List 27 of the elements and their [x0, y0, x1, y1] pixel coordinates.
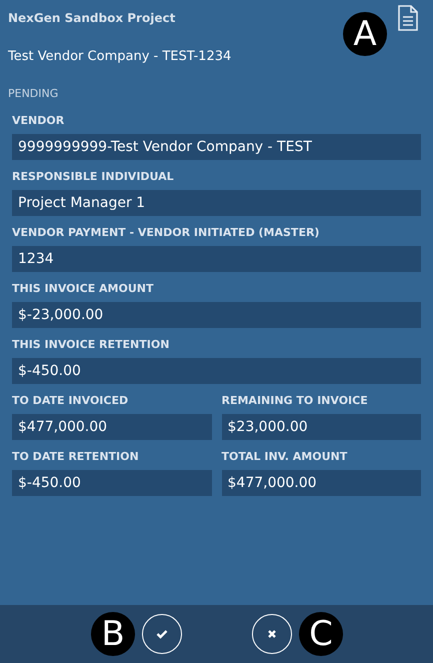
field-label: TOTAL INV. AMOUNT	[222, 450, 348, 464]
callout-badge: A	[343, 12, 387, 56]
record-title: Test Vendor Company - TEST-1234	[8, 48, 232, 66]
confirm-button[interactable]	[142, 614, 182, 654]
input-field[interactable]: $-450.00	[12, 358, 421, 384]
checkmark-icon	[156, 629, 168, 639]
input-field[interactable]: $23,000.00	[222, 414, 421, 440]
input-field[interactable]: $477,000.00	[12, 414, 212, 440]
input-field[interactable]: Project Manager 1	[12, 190, 421, 216]
field-label: REMAINING TO INVOICE	[222, 394, 369, 408]
field-label: TO DATE RETENTION	[12, 450, 140, 464]
project-name: NexGen Sandbox Project	[8, 10, 176, 27]
status-label: PENDING	[8, 86, 60, 102]
field-label: VENDOR	[12, 114, 66, 128]
field-label: THIS INVOICE RETENTION	[12, 338, 170, 352]
input-field[interactable]: 9999999999-Test Vendor Company - TEST	[12, 134, 421, 160]
input-field[interactable]: 1234	[12, 246, 421, 272]
input-field[interactable]: $477,000.00	[222, 470, 421, 496]
field-label: THIS INVOICE AMOUNT	[12, 282, 154, 296]
cancel-button[interactable]	[252, 614, 292, 654]
input-field[interactable]: $-23,000.00	[12, 302, 421, 328]
field-label: VENDOR PAYMENT - VENDOR INITIATED (MASTER)	[12, 226, 320, 240]
close-icon	[266, 629, 276, 639]
input-field[interactable]: $-450.00	[12, 470, 212, 496]
document-icon[interactable]	[397, 5, 419, 31]
field-label: RESPONSIBLE INDIVIDUAL	[12, 170, 175, 184]
field-label: TO DATE INVOICED	[12, 394, 130, 408]
